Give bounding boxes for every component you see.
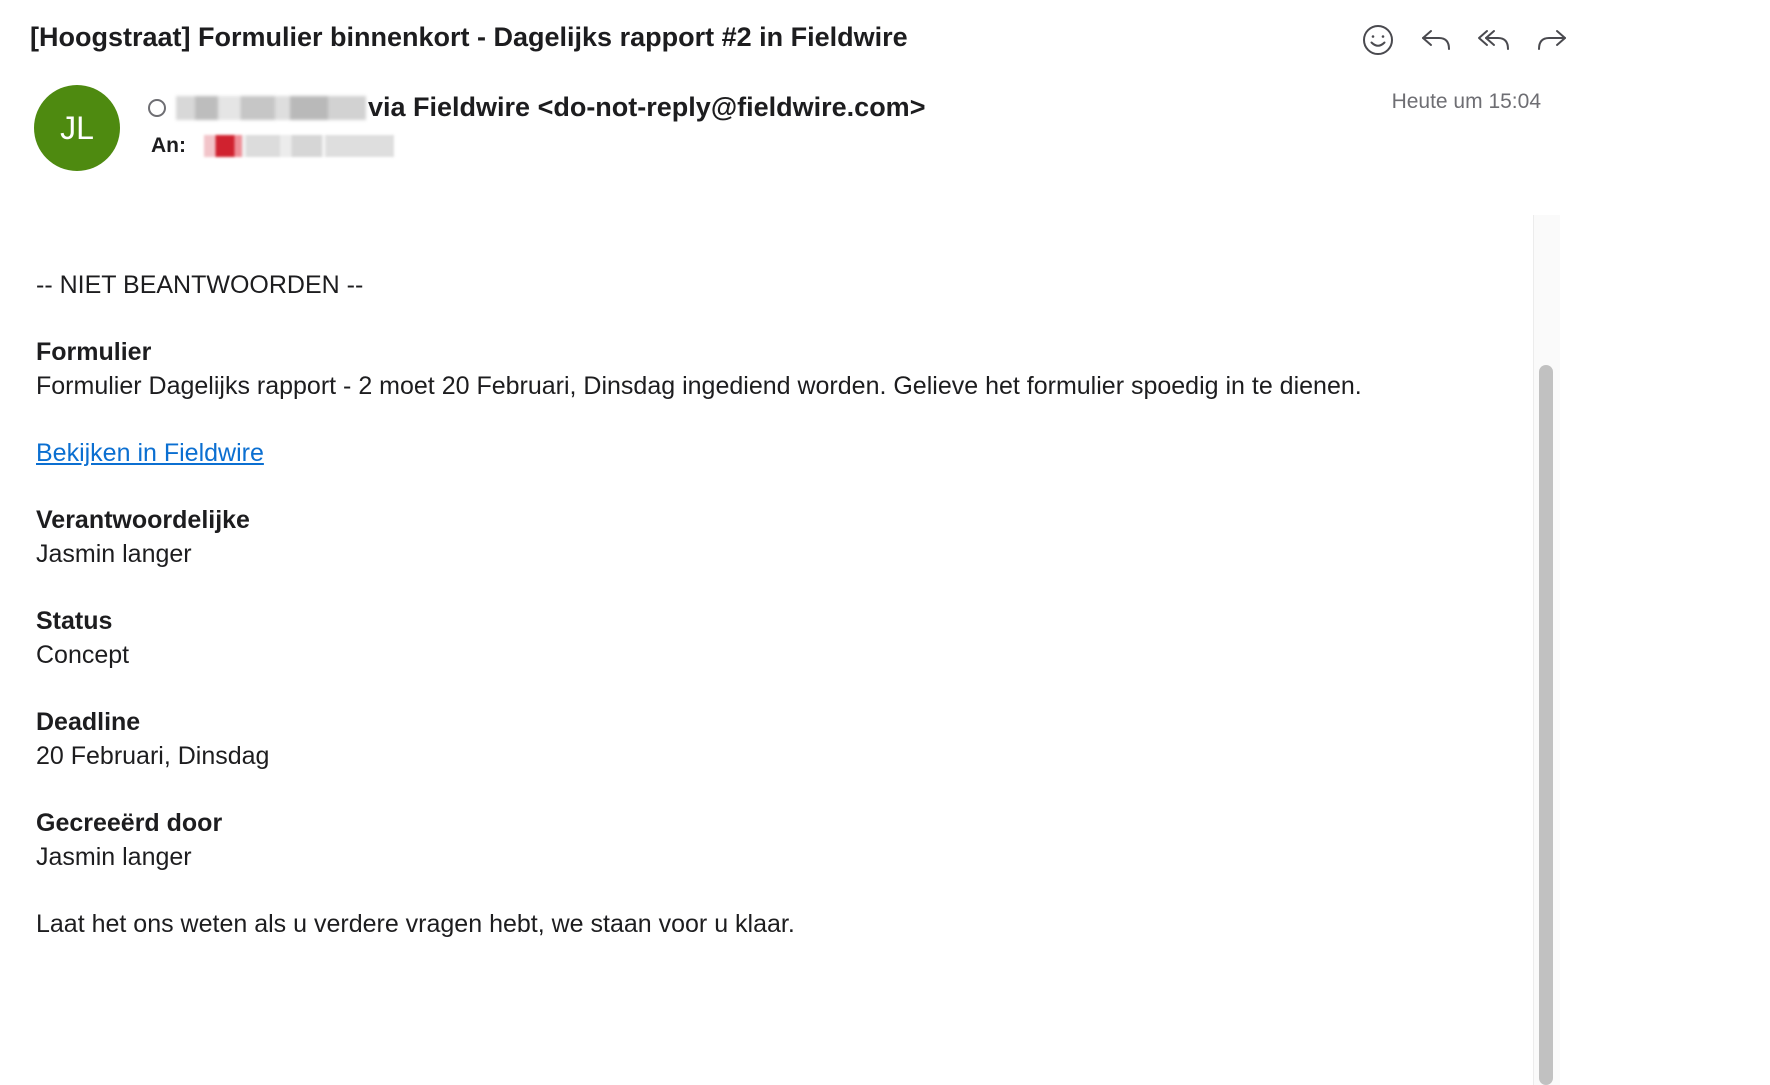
sender-avatar[interactable]: JL bbox=[34, 85, 120, 171]
created-by-label: Gecreeërd door bbox=[36, 809, 223, 837]
responsible-label: Verantwoordelijke bbox=[36, 506, 250, 534]
redacted-recipient[interactable] bbox=[204, 135, 394, 157]
created-by-value: Jasmin langer bbox=[36, 843, 192, 871]
email-body: -- NIET BEANTWOORDEN -- Formulier Formul… bbox=[36, 268, 1516, 941]
forward-button[interactable] bbox=[1534, 22, 1570, 58]
email-subject: [Hoogstraat] Formulier binnenkort - Dage… bbox=[30, 22, 908, 52]
redacted-sender-name bbox=[176, 95, 366, 120]
smiley-icon bbox=[1363, 25, 1393, 55]
status-value: Concept bbox=[36, 641, 130, 669]
forward-icon bbox=[1538, 30, 1566, 50]
message-actions bbox=[1360, 22, 1570, 58]
reply-button[interactable] bbox=[1418, 22, 1454, 58]
form-label: Formulier bbox=[36, 338, 152, 366]
closing-text: Laat het ons weten als u verdere vragen … bbox=[36, 910, 795, 938]
sender-address[interactable]: via Fieldwire <do-not-reply@fieldwire.co… bbox=[368, 92, 925, 123]
no-reply-notice: -- NIET BEANTWOORDEN -- bbox=[36, 271, 364, 299]
deadline-label: Deadline bbox=[36, 708, 141, 736]
scrollbar-thumb[interactable] bbox=[1539, 365, 1553, 1085]
to-line: An: bbox=[151, 134, 394, 158]
view-in-fieldwire-link[interactable]: Bekijken in Fieldwire bbox=[36, 439, 264, 467]
emoji-reaction-button[interactable] bbox=[1360, 22, 1396, 58]
responsible-value: Jasmin langer bbox=[36, 540, 192, 568]
to-label: An: bbox=[151, 134, 186, 157]
reply-icon bbox=[1422, 30, 1450, 50]
reply-all-button[interactable] bbox=[1476, 22, 1512, 58]
status-label: Status bbox=[36, 607, 113, 635]
reply-all-icon bbox=[1478, 30, 1509, 50]
read-status-radio[interactable] bbox=[148, 98, 166, 117]
from-line: via Fieldwire <do-not-reply@fieldwire.co… bbox=[148, 92, 925, 123]
deadline-value: 20 Februari, Dinsdag bbox=[36, 742, 270, 770]
received-date: Heute um 15:04 bbox=[1391, 90, 1541, 113]
form-text: Formulier Dagelijks rapport - 2 moet 20 … bbox=[36, 372, 1362, 400]
